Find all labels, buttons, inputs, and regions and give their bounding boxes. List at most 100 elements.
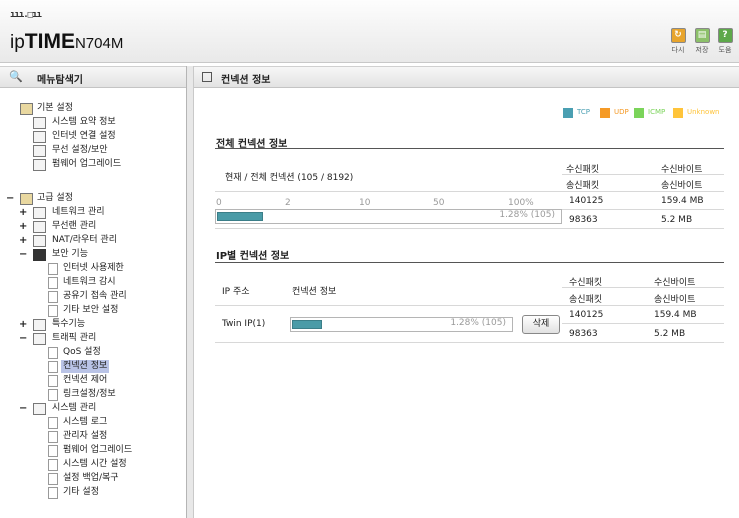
save-button[interactable]: ▤ 저장	[690, 28, 714, 55]
sidebar-header: 🔍 메뉴탐색기	[0, 66, 186, 88]
page-icon	[48, 431, 58, 443]
wireless-icon	[33, 145, 46, 157]
tree-item-label: 시스템 로그	[63, 417, 108, 427]
panel-splitter[interactable]	[187, 66, 194, 518]
collapse-icon[interactable]: −	[19, 332, 27, 345]
row-percent-text: 1.28% (105)	[450, 318, 506, 328]
tree-item-label-selected: 컨넥션 정보	[61, 360, 110, 373]
total-connection-label: 현재 / 전체 컨넥션 (105 / 8192)	[225, 173, 354, 183]
row-divider	[562, 209, 724, 210]
col-ip-address: IP 주소	[222, 287, 250, 297]
folder-icon	[20, 103, 33, 115]
collapse-icon[interactable]: −	[19, 402, 27, 415]
row-divider	[215, 305, 724, 306]
page-icon	[48, 305, 58, 317]
tree-item-label: 무선랜 관리	[52, 221, 97, 231]
row-tx-packets: 98363	[569, 329, 598, 339]
expand-icon[interactable]: +	[19, 234, 27, 247]
delete-button[interactable]: 삭제	[522, 315, 560, 334]
tree-item-label: 인터넷 연결 설정	[52, 131, 116, 141]
router-icon	[33, 235, 46, 247]
legend-label: ICMP	[648, 108, 666, 116]
scale-10: 10	[359, 198, 371, 208]
expand-icon[interactable]: +	[19, 220, 27, 233]
tree-item-label: 네트워크 관리	[52, 207, 105, 217]
col-tx-bytes: 송신바이트	[661, 181, 703, 191]
page-icon	[48, 389, 58, 401]
collapse-icon[interactable]: −	[19, 248, 27, 261]
col-connection-info: 컨넥션 정보	[292, 287, 337, 297]
row-rx-bytes: 159.4 MB	[654, 310, 697, 320]
tree-item-label: 네트워크 감시	[63, 277, 116, 287]
page-icon	[48, 445, 58, 457]
scale-0: 0	[216, 198, 222, 208]
page-icon	[48, 347, 58, 359]
wireless-icon	[33, 221, 46, 233]
tree-item-label: 기타 설정	[63, 487, 99, 497]
system-icon	[33, 403, 46, 415]
per-ip-section-title: IP별 컨넥션 정보	[216, 251, 290, 262]
page-icon	[48, 417, 58, 429]
row-divider	[562, 287, 724, 288]
scale-2: 2	[285, 198, 291, 208]
tree-item-label: 기타 보안 설정	[63, 305, 119, 315]
tree-item-label: 펌웨어 업그레이드	[52, 159, 122, 169]
scale-50: 50	[433, 198, 445, 208]
tree-item-label: 링크설정/정보	[63, 389, 116, 399]
legend-label: TCP	[577, 108, 590, 116]
save-label: 저장	[695, 46, 709, 54]
tree-item-label: NAT/라우터 관리	[52, 235, 117, 245]
section-divider	[215, 262, 724, 263]
tree-item-label: 시스템 시간 설정	[63, 459, 127, 469]
main-panel: 컨넥션 정보 TCP UDP ICMP Unknown 전체 컨넥션 정보 현재…	[194, 66, 739, 518]
refresh-button[interactable]: ↻ 다시	[666, 28, 690, 55]
expand-icon[interactable]: +	[19, 206, 27, 219]
page-icon	[48, 361, 58, 373]
page-icon	[48, 277, 58, 289]
save-icon: ▤	[694, 28, 710, 43]
page-title: 컨넥션 정보	[221, 75, 271, 86]
page-icon	[48, 375, 58, 387]
tree-item-label: QoS 설정	[63, 347, 101, 357]
total-rx-bytes: 159.4 MB	[661, 196, 704, 206]
app-header: ııı.□ıı ipTIMEN704M ↻ 다시 ▤ 저장 ? 도움	[0, 0, 739, 63]
tree-item-label: 시스템 요약 정보	[52, 117, 116, 127]
traffic-icon	[33, 333, 46, 345]
row-connection-bar: 1.28% (105)	[290, 317, 513, 332]
page-icon	[48, 473, 58, 485]
total-tx-packets: 98363	[569, 215, 598, 225]
expand-icon[interactable]: +	[19, 318, 27, 331]
firmware-icon	[33, 159, 46, 171]
section-divider	[215, 148, 724, 149]
row-rx-packets: 140125	[569, 310, 604, 320]
window-icon	[202, 72, 212, 82]
tree-item-label: 공유기 접속 관리	[63, 291, 127, 301]
tree-item-label: 보안 기능	[52, 249, 88, 259]
row-divider	[215, 191, 724, 192]
tree-item-label: 설정 백업/복구	[63, 473, 119, 483]
tree-item-label: 펌웨어 업그레이드	[63, 445, 133, 455]
col-tx-packets: 송신패킷	[569, 295, 603, 305]
col-tx-bytes: 송신바이트	[654, 295, 696, 305]
monitor-icon	[33, 117, 46, 129]
total-rx-packets: 140125	[569, 196, 604, 206]
sidebar: 🔍 메뉴탐색기 기본 설정 시스템 요약 정보 인터넷 연결 설정 무선 설정/…	[0, 66, 187, 518]
legend-swatch	[634, 108, 644, 118]
help-label: 도움	[718, 46, 732, 54]
legend-label: UDP	[614, 108, 629, 116]
help-icon: ?	[717, 28, 733, 43]
total-connection-bar: 1.28% (105)	[215, 209, 562, 224]
total-tx-bytes: 5.2 MB	[661, 215, 693, 225]
collapse-icon[interactable]: −	[6, 192, 14, 205]
row-divider	[215, 342, 724, 343]
total-percent-text: 1.28% (105)	[499, 210, 555, 220]
page-icon	[48, 459, 58, 471]
legend-swatch	[563, 108, 573, 118]
row-divider	[215, 228, 724, 229]
page-icon	[48, 291, 58, 303]
tree-item-label: 무선 설정/보안	[52, 145, 108, 155]
help-button[interactable]: ? 도움	[713, 28, 737, 55]
lock-icon	[33, 249, 46, 261]
tree-item-label: 트래픽 관리	[52, 333, 97, 343]
brand-model: N704M	[74, 35, 124, 52]
